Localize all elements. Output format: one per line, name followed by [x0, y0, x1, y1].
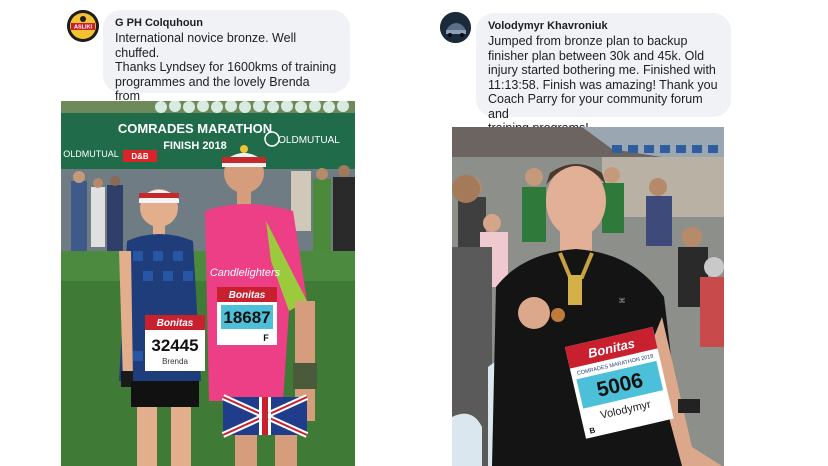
shirt-text: Candlelighters: [210, 267, 281, 279]
sign-text: D&B: [131, 152, 149, 161]
post-photo[interactable]: ⌘ Bonitas COMRADES MARATHON 2018 5006 Vo…: [452, 127, 724, 466]
bib-number: 18687: [223, 308, 270, 327]
medal-icon: [551, 308, 565, 322]
post-photo[interactable]: COMRADES MARATHON FINISH 2018 OLDMUTUAL …: [61, 101, 355, 466]
comment-author[interactable]: G PH Colquhoun: [115, 17, 338, 29]
comment-bubble: Volodymyr Khavroniuk Jumped from bronze …: [476, 13, 731, 135]
comment-author[interactable]: Volodymyr Khavroniuk: [488, 20, 719, 32]
banner-title: COMRADES MARATHON: [118, 121, 272, 136]
comment-bubble: G PH Colquhoun International novice bron…: [103, 10, 350, 118]
stadium-photo: ⌘ Bonitas COMRADES MARATHON 2018 5006 Vo…: [452, 127, 724, 466]
avatar[interactable]: ASLIKI: [67, 10, 99, 42]
banner-sponsor-right: OLDMUTUAL: [278, 135, 340, 146]
comment-text: Jumped from bronze plan to backup finish…: [488, 34, 718, 135]
bib-sponsor: Bonitas: [157, 318, 194, 329]
bib-letter: F: [263, 333, 269, 343]
avatar[interactable]: [440, 12, 471, 43]
banner-sponsor-left: OLDMUTUAL: [63, 149, 119, 159]
shirt-logo: ⌘: [619, 297, 626, 305]
race-finish-photo: COMRADES MARATHON FINISH 2018 OLDMUTUAL …: [61, 101, 355, 466]
bib-name: Brenda: [162, 357, 188, 366]
banner-subtitle: FINISH 2018: [163, 140, 227, 152]
avatar-text: ASLIKI: [74, 25, 93, 31]
bib-number: 32445: [151, 336, 198, 355]
bib-sponsor: Bonitas: [229, 290, 266, 301]
avatar-car-icon: [440, 12, 471, 43]
avatar-logo-icon: ASLIKI: [67, 10, 99, 42]
